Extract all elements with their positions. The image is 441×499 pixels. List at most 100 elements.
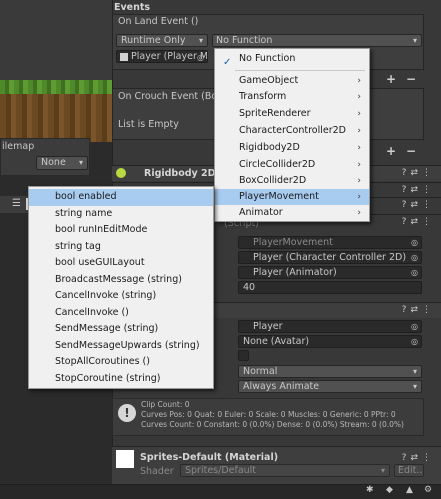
menu-separator — [235, 70, 365, 71]
debug-icon[interactable]: ✱ — [366, 485, 374, 495]
menu-item-label: Animator — [239, 207, 283, 218]
chevron-down-icon: ▾ — [380, 466, 385, 475]
submenu-item[interactable]: SendMessage (string) — [29, 321, 213, 338]
culling-mode-select[interactable]: Always Animate ▾ — [238, 380, 422, 393]
material-title: Sprites-Default (Material) — [140, 452, 279, 463]
menu-item-charactercontroller2d[interactable]: CharacterController2D › — [215, 123, 369, 139]
settings-icon[interactable]: ⚙ — [424, 485, 432, 495]
menu-icon[interactable]: ☰ — [12, 198, 24, 210]
remove-icon[interactable]: − — [406, 72, 416, 86]
chevron-down-icon: ▾ — [198, 36, 203, 45]
add-icon[interactable]: + — [386, 72, 396, 86]
submenu-item[interactable]: string name — [29, 206, 213, 223]
menu-item-spriterenderer[interactable]: SpriteRenderer › — [215, 106, 369, 122]
menu-item-label: CircleCollider2D — [239, 159, 316, 170]
layers-icon[interactable]: ◆ — [386, 485, 393, 495]
menu-item-label: BoxCollider2D — [239, 175, 307, 186]
component-header-icons[interactable]: ?⇄⋮ — [402, 185, 435, 195]
menu-item-label: GameObject — [239, 75, 299, 86]
menu-item-gameobject[interactable]: GameObject › — [215, 73, 369, 89]
crouch-event-list-controls: + − — [380, 144, 420, 158]
remove-icon[interactable]: − — [406, 144, 416, 158]
scene-view-background — [0, 0, 112, 80]
controller-field[interactable]: Player (Character Controller 2D) ◎ — [238, 251, 422, 264]
submenu-item[interactable]: BroadcastMessage (string) — [29, 272, 213, 289]
chevron-down-icon: ▾ — [412, 367, 417, 376]
material-swatch — [116, 450, 134, 468]
menu-item-animator[interactable]: Animator › — [215, 205, 369, 221]
submenu-item[interactable]: SendMessageUpwards (string) — [29, 338, 213, 355]
cloud-icon[interactable]: ▲ — [406, 485, 413, 495]
on-land-event-title: On Land Event () — [118, 16, 199, 27]
object-picker-icon[interactable]: ◎ — [411, 336, 418, 347]
culling-mode-value: Always Animate — [243, 381, 320, 392]
tilemap-preview-grass — [0, 80, 112, 94]
update-mode-select[interactable]: Normal ▾ — [238, 365, 422, 378]
rigidbody-icon — [116, 168, 126, 178]
object-picker-icon[interactable]: ◎ — [197, 52, 204, 62]
submenu-item[interactable]: bool runInEditMode — [29, 222, 213, 239]
add-icon[interactable]: + — [386, 144, 396, 158]
on-crouch-event-title: On Crouch Event (Boo — [118, 91, 224, 102]
chevron-right-icon: › — [357, 192, 361, 202]
component-header-icons[interactable]: ?⇄⋮ — [402, 453, 435, 463]
avatar-field[interactable]: None (Avatar) ◎ — [238, 335, 422, 348]
list-empty-text: List is Empty — [118, 119, 179, 130]
component-header-icons[interactable]: ?⇄⋮ — [402, 200, 435, 210]
component-header-icons[interactable]: ?⇄⋮ — [402, 305, 435, 315]
chevron-right-icon: › — [357, 143, 361, 153]
object-picker-icon: ◎ — [411, 238, 418, 247]
function-select-value: No Function — [216, 35, 273, 46]
avatar-value: None (Avatar) — [243, 336, 310, 347]
chevron-right-icon: › — [357, 109, 361, 119]
edit-shader-button[interactable]: Edit... — [394, 464, 424, 477]
apply-root-motion-checkbox[interactable] — [238, 350, 249, 361]
object-picker-icon[interactable]: ◎ — [411, 252, 418, 263]
chevron-down-icon: ▾ — [412, 36, 417, 45]
function-select[interactable]: No Function ▾ — [212, 34, 422, 47]
component-header-icons[interactable]: ?⇄⋮ — [402, 217, 435, 227]
submenu-item[interactable]: CancelInvoke () — [29, 305, 213, 322]
runtime-mode-select[interactable]: Runtime Only ▾ — [116, 34, 208, 47]
menu-item-circlecollider2d[interactable]: CircleCollider2D › — [215, 157, 369, 173]
animator-controller-value: Player — [253, 321, 283, 332]
submenu-item[interactable]: bool useGUILayout — [29, 255, 213, 272]
land-event-list-controls: + − — [380, 72, 420, 86]
info-line: Clip Count: 0 — [141, 400, 190, 409]
events-header: Events — [114, 2, 151, 13]
menu-item-transform[interactable]: Transform › — [215, 89, 369, 105]
script-value: PlayerMovement — [253, 237, 333, 248]
status-bar — [0, 484, 441, 499]
playermovement-submenu: bool enabled string name bool runInEditM… — [28, 186, 214, 389]
animator-controller-field[interactable]: Player ◎ — [238, 320, 422, 333]
submenu-item[interactable]: string tag — [29, 239, 213, 256]
submenu-item[interactable]: CancelInvoke (string) — [29, 288, 213, 305]
menu-item-label: PlayerMovement — [239, 191, 319, 202]
object-picker-icon[interactable]: ◎ — [411, 321, 418, 332]
menu-item-label: Transform — [239, 91, 287, 102]
update-mode-value: Normal — [243, 366, 278, 377]
submenu-item[interactable]: bool enabled — [29, 189, 213, 206]
function-dropdown-menu: ✓ No Function GameObject › Transform › S… — [214, 48, 370, 222]
gameobject-icon — [120, 53, 128, 61]
tilemap-select[interactable]: None ▾ — [36, 156, 88, 170]
component-header-icons[interactable]: ?⇄⋮ — [402, 168, 435, 178]
submenu-item[interactable]: StopAllCoroutines () — [29, 354, 213, 371]
script-field: PlayerMovement ◎ — [238, 236, 422, 249]
check-icon: ✓ — [223, 57, 232, 68]
menu-item-label: Rigidbody2D — [239, 142, 300, 153]
shader-select[interactable]: Sprites/Default ▾ — [180, 464, 390, 477]
runtime-mode-value: Runtime Only — [121, 35, 186, 46]
event-target-field[interactable]: Player (Player M ◎ — [116, 50, 208, 63]
animator-ref-value: Player (Animator) — [253, 267, 337, 278]
menu-item-no-function[interactable]: ✓ No Function — [215, 51, 369, 68]
animator-ref-field[interactable]: Player (Animator) ◎ — [238, 266, 422, 279]
menu-item-rigidbody2d[interactable]: Rigidbody2D › — [215, 140, 369, 156]
submenu-item[interactable]: StopCoroutine (string) — [29, 371, 213, 388]
object-picker-icon[interactable]: ◎ — [411, 267, 418, 278]
menu-item-playermovement[interactable]: PlayerMovement › — [215, 189, 369, 205]
menu-item-boxcollider2d[interactable]: BoxCollider2D › — [215, 173, 369, 189]
info-icon: ! — [118, 404, 136, 422]
chevron-right-icon: › — [357, 176, 361, 186]
run-speed-field[interactable]: 40 — [238, 281, 422, 294]
